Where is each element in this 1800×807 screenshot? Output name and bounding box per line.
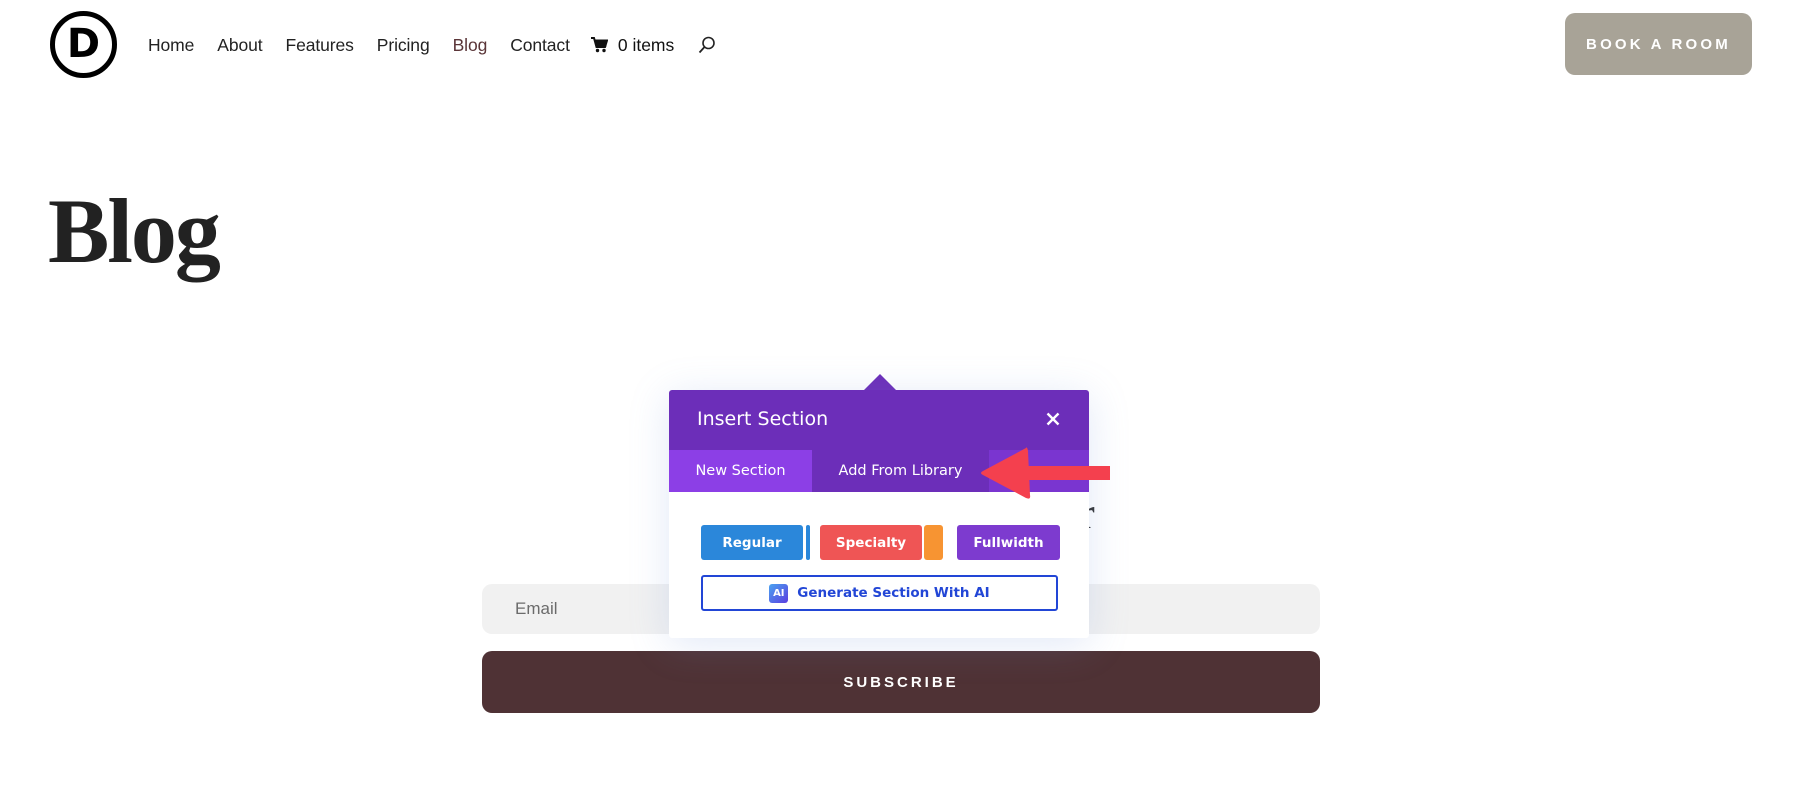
subscribe-button[interactable]: SUBSCRIBE bbox=[482, 651, 1320, 713]
nav-pricing[interactable]: Pricing bbox=[377, 35, 430, 56]
logo-letter: D bbox=[66, 20, 101, 67]
book-a-room-button[interactable]: BOOK A ROOM bbox=[1565, 13, 1752, 75]
nav-home[interactable]: Home bbox=[148, 35, 194, 56]
regular-section-button[interactable]: Regular bbox=[701, 525, 803, 560]
section-type-buttons: Regular Specialty Fullwidth bbox=[701, 525, 1060, 560]
page-title: Blog bbox=[48, 180, 221, 282]
site-logo[interactable]: D bbox=[50, 11, 117, 78]
nav-features[interactable]: Features bbox=[286, 35, 354, 56]
cart-icon bbox=[590, 37, 608, 53]
tab-add-from-library[interactable]: Add From Library bbox=[812, 450, 989, 492]
close-button[interactable] bbox=[1041, 407, 1065, 431]
regular-accent-bar bbox=[806, 525, 810, 560]
specialty-accent-bar bbox=[924, 525, 943, 560]
nav-about[interactable]: About bbox=[217, 35, 262, 56]
generate-section-ai-button[interactable]: AI Generate Section With AI bbox=[701, 575, 1058, 611]
insert-section-dialog: Insert Section New Section Add From Libr… bbox=[669, 390, 1089, 638]
specialty-section-button[interactable]: Specialty bbox=[820, 525, 922, 560]
annotation-arrow-icon bbox=[981, 447, 1110, 499]
tab-new-section[interactable]: New Section bbox=[669, 450, 812, 492]
main-nav: Home About Features Pricing Blog Contact… bbox=[148, 33, 716, 57]
ai-icon: AI bbox=[769, 583, 789, 603]
close-icon bbox=[1046, 412, 1060, 426]
search-icon[interactable] bbox=[698, 36, 716, 54]
site-header: D Home About Features Pricing Blog Conta… bbox=[0, 0, 1800, 90]
cart-link[interactable]: 0 items bbox=[590, 34, 675, 56]
dialog-header: Insert Section bbox=[669, 390, 1089, 450]
ai-button-label: Generate Section With AI bbox=[797, 585, 990, 601]
nav-blog[interactable]: Blog bbox=[453, 35, 488, 56]
nav-contact[interactable]: Contact bbox=[510, 35, 570, 56]
fullwidth-section-button[interactable]: Fullwidth bbox=[957, 525, 1060, 560]
dialog-pointer bbox=[864, 374, 896, 390]
cart-label: 0 items bbox=[617, 34, 675, 55]
dialog-title: Insert Section bbox=[697, 408, 829, 430]
